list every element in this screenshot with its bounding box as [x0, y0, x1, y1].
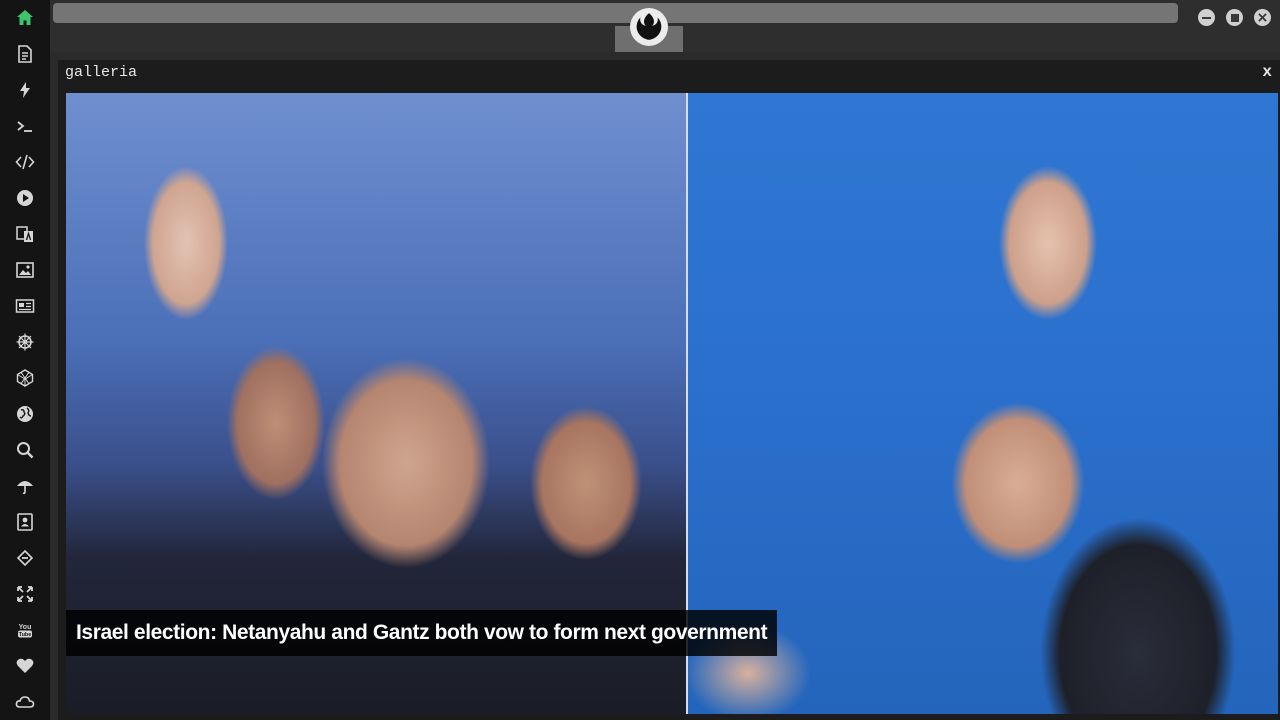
expand-icon[interactable]: [13, 582, 37, 606]
svg-text:You: You: [19, 624, 32, 631]
image-caption: Israel election: Netanyahu and Gantz bot…: [66, 610, 778, 656]
search-icon[interactable]: [13, 438, 37, 462]
terminal-icon[interactable]: [13, 114, 37, 138]
home-icon[interactable]: [13, 6, 37, 30]
play-icon[interactable]: [13, 186, 37, 210]
svg-text:Tube: Tube: [19, 632, 32, 638]
rebel-alliance-emblem-icon[interactable]: [630, 8, 668, 46]
panel-title: galleria: [65, 64, 138, 81]
umbrella-icon[interactable]: [13, 474, 37, 498]
address-bar[interactable]: [53, 3, 1178, 23]
maximize-icon[interactable]: [1226, 9, 1243, 26]
translate-icon[interactable]: [13, 222, 37, 246]
cloud-icon[interactable]: [13, 690, 37, 714]
panel-close-button[interactable]: x: [1262, 63, 1272, 81]
youtube-icon[interactable]: You Tube: [13, 618, 37, 642]
heart-icon[interactable]: [13, 654, 37, 678]
image-icon[interactable]: [13, 258, 37, 282]
cube-icon[interactable]: [13, 366, 37, 390]
link-icon[interactable]: [13, 546, 37, 570]
contact-card-icon[interactable]: [13, 510, 37, 534]
minimize-icon[interactable]: [1198, 9, 1215, 26]
globe-icon[interactable]: [13, 402, 37, 426]
newspaper-icon[interactable]: [13, 294, 37, 318]
top-bar: [50, 0, 1280, 52]
galleria-panel: galleria x Israel election: Netanyahu an…: [58, 60, 1280, 720]
helm-icon[interactable]: [13, 330, 37, 354]
close-icon[interactable]: [1254, 9, 1271, 26]
lightning-icon[interactable]: [13, 78, 37, 102]
code-icon[interactable]: [13, 150, 37, 174]
sidebar: You Tube: [0, 0, 50, 720]
gallery-image[interactable]: Israel election: Netanyahu and Gantz bot…: [66, 93, 1278, 714]
document-icon[interactable]: [13, 42, 37, 66]
